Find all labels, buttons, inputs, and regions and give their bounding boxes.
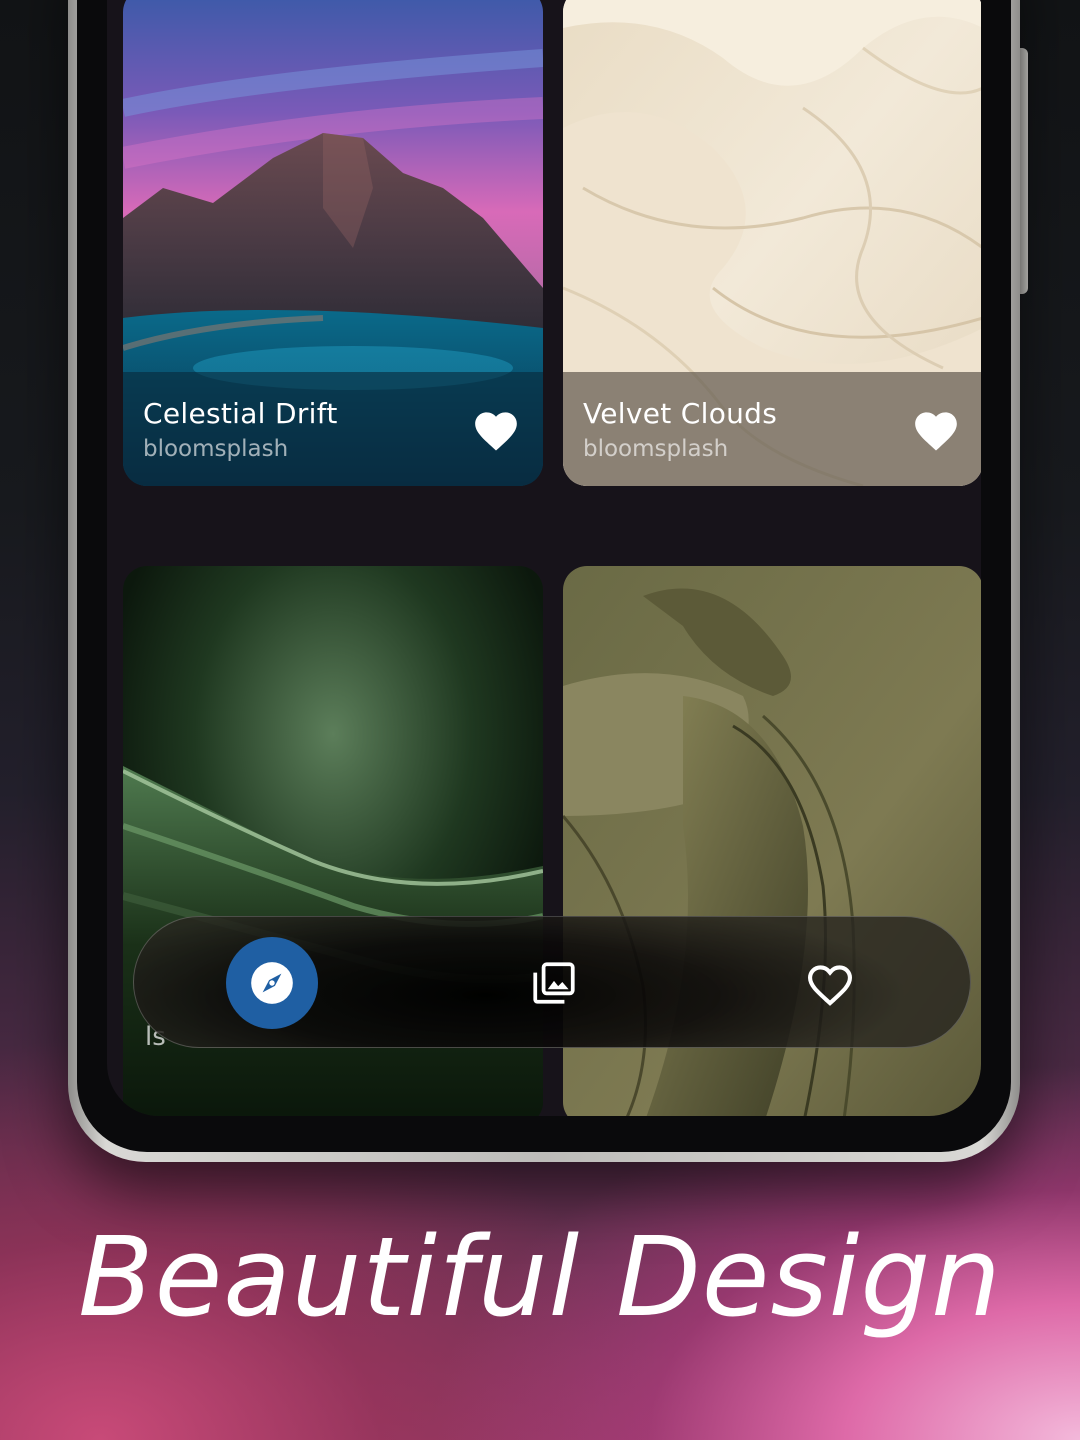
nav-favorites-button[interactable]: [784, 937, 876, 1029]
phone-frame: Celestial Drift bloomsplash Velvet Cloud…: [68, 0, 1020, 1162]
wallpaper-author: bloomsplash: [583, 435, 729, 462]
nav-collections-button[interactable]: [508, 937, 600, 1029]
phone-bezel: Celestial Drift bloomsplash Velvet Cloud…: [77, 0, 1011, 1152]
heart-outline-icon: [808, 965, 852, 1006]
bottom-navigation-bar: [133, 916, 971, 1048]
favorite-button[interactable]: [469, 402, 523, 456]
heart-filled-icon: [915, 412, 957, 451]
wallpaper-author: bloomsplash: [143, 435, 289, 462]
card-info-overlay: Velvet Clouds bloomsplash: [563, 372, 981, 486]
card-info-overlay: Celestial Drift bloomsplash: [123, 372, 543, 486]
favorite-button[interactable]: [909, 402, 963, 456]
wallpaper-card-velvet-clouds[interactable]: Velvet Clouds bloomsplash: [563, 0, 981, 486]
compass-icon: [251, 962, 293, 1004]
heart-filled-icon: [475, 412, 517, 451]
wallpaper-title: Velvet Clouds: [583, 396, 778, 430]
nav-explore-button[interactable]: [226, 937, 318, 1029]
app-screen: Celestial Drift bloomsplash Velvet Cloud…: [107, 0, 981, 1116]
wallpaper-card-celestial-drift[interactable]: Celestial Drift bloomsplash: [123, 0, 543, 486]
wallpaper-title: Celestial Drift: [143, 396, 338, 430]
collections-icon: [533, 962, 575, 1004]
promo-headline: Beautiful Design: [78, 1213, 1002, 1341]
